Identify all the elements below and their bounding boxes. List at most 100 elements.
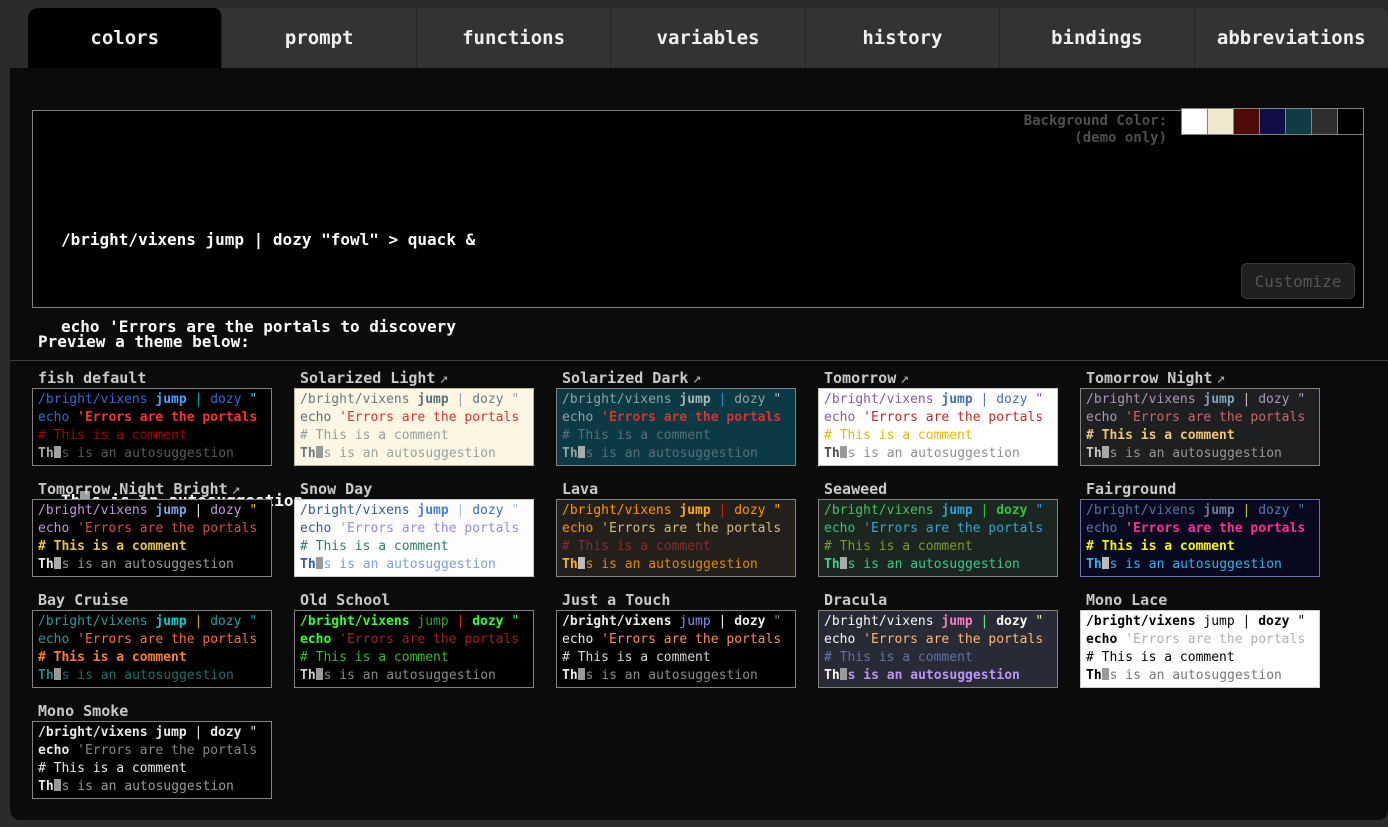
theme-card-tomorrow-night[interactable]: Tomorrow Night↗ /bright/vixens jump | do… bbox=[1080, 368, 1320, 466]
theme-title: Mono Smoke↗ bbox=[32, 701, 272, 721]
code-path: /bright/vixens bbox=[562, 392, 672, 407]
theme-preview-box[interactable]: /bright/vixens jump | dozy " echo 'Error… bbox=[818, 610, 1058, 688]
code-autosuggestion: s is an autosuggestion bbox=[1110, 557, 1282, 572]
theme-card-solarized-dark[interactable]: Solarized Dark↗ /bright/vixens jump | do… bbox=[556, 368, 796, 466]
code-pipe: | bbox=[195, 725, 203, 740]
tab-history[interactable]: history bbox=[806, 8, 1000, 68]
theme-card-tomorrow[interactable]: Tomorrow↗ /bright/vixens jump | dozy " e… bbox=[818, 368, 1058, 466]
theme-card-snow-day[interactable]: Snow Day↗ /bright/vixens jump | dozy " e… bbox=[294, 479, 534, 577]
theme-card-mono-lace[interactable]: Mono Lace↗ /bright/vixens jump | dozy " … bbox=[1080, 590, 1320, 688]
theme-card-old-school[interactable]: Old School↗ /bright/vixens jump | dozy "… bbox=[294, 590, 534, 688]
theme-grid: fish default↗ /bright/vixens jump | dozy… bbox=[32, 368, 1320, 799]
theme-preview-box[interactable]: /bright/vixens jump | dozy " echo 'Error… bbox=[294, 388, 534, 466]
bg-swatch-5[interactable] bbox=[1312, 109, 1337, 134]
theme-preview-box[interactable]: /bright/vixens jump | dozy " echo 'Error… bbox=[1080, 388, 1320, 466]
preview-line-quote: echo 'Errors are the portals bbox=[38, 520, 266, 538]
theme-preview-box[interactable]: /bright/vixens jump | dozy " echo 'Error… bbox=[556, 610, 796, 688]
code-qchar: " bbox=[249, 725, 257, 740]
theme-title-text: fish default bbox=[38, 369, 146, 387]
theme-card-solarized-light[interactable]: Solarized Light↗ /bright/vixens jump | d… bbox=[294, 368, 534, 466]
bg-swatch-0[interactable] bbox=[1182, 109, 1207, 134]
theme-card-dracula[interactable]: Dracula↗ /bright/vixens jump | dozy " ec… bbox=[818, 590, 1058, 688]
theme-preview-box[interactable]: /bright/vixens jump | dozy " echo 'Error… bbox=[32, 610, 272, 688]
theme-title: Solarized Light↗ bbox=[294, 368, 534, 388]
theme-card-fish-default[interactable]: fish default↗ /bright/vixens jump | dozy… bbox=[32, 368, 272, 466]
preview-line-autosuggestion: Ths is an autosuggestion bbox=[38, 445, 266, 463]
code-path: /bright/vixens bbox=[824, 503, 934, 518]
theme-title: Old School↗ bbox=[294, 590, 534, 610]
theme-card-fairground[interactable]: Fairground↗ /bright/vixens jump | dozy "… bbox=[1080, 479, 1320, 577]
cursor-block bbox=[316, 557, 323, 569]
bg-swatch-2[interactable] bbox=[1234, 109, 1259, 134]
preview-line-command: /bright/vixens jump | dozy " bbox=[38, 724, 266, 742]
theme-title-text: Snow Day bbox=[300, 480, 372, 498]
preview-line-command: /bright/vixens jump | dozy " bbox=[824, 391, 1052, 409]
code-typed: Th bbox=[38, 446, 54, 461]
code-pipe: | bbox=[457, 503, 465, 518]
bg-swatch-3[interactable] bbox=[1260, 109, 1285, 134]
bg-swatch-1[interactable] bbox=[1208, 109, 1233, 134]
code-qchar: " bbox=[249, 503, 257, 518]
tab-colors[interactable]: colors bbox=[28, 8, 222, 68]
code-path: /bright/vixens bbox=[38, 503, 148, 518]
tab-bindings[interactable]: bindings bbox=[1000, 8, 1194, 68]
preview-line-autosuggestion: Ths is an autosuggestion bbox=[824, 667, 1052, 685]
code-quote: 'Errors are the portals bbox=[601, 632, 781, 647]
code-comment: # This is a comment bbox=[38, 428, 187, 443]
code-path: /bright/vixens bbox=[562, 503, 672, 518]
code-quote: 'Errors are the portals bbox=[77, 632, 257, 647]
tab-functions[interactable]: functions bbox=[417, 8, 611, 68]
theme-card-seaweed[interactable]: Seaweed↗ /bright/vixens jump | dozy " ec… bbox=[818, 479, 1058, 577]
code-comment: # This is a comment bbox=[562, 650, 711, 665]
code-comment: # This is a comment bbox=[300, 428, 449, 443]
code-autosuggestion: s is an autosuggestion bbox=[324, 446, 496, 461]
theme-preview-box[interactable]: /bright/vixens jump | dozy " echo 'Error… bbox=[818, 388, 1058, 466]
code-qchar: " bbox=[1035, 392, 1043, 407]
tab-variables[interactable]: variables bbox=[611, 8, 805, 68]
code-autosuggestion: s is an autosuggestion bbox=[586, 446, 758, 461]
code-typed: Th bbox=[38, 779, 54, 794]
preview-line-autosuggestion: Ths is an autosuggestion bbox=[824, 556, 1052, 574]
customize-button[interactable]: Customize bbox=[1241, 263, 1355, 299]
theme-title: Just a Touch↗ bbox=[556, 590, 796, 610]
tab-prompt[interactable]: prompt bbox=[222, 8, 416, 68]
theme-card-mono-smoke[interactable]: Mono Smoke↗ /bright/vixens jump | dozy "… bbox=[32, 701, 272, 799]
preview-line-autosuggestion: Ths is an autosuggestion bbox=[1086, 445, 1314, 463]
code-cmd: jump bbox=[155, 725, 186, 740]
theme-card-lava[interactable]: Lava↗ /bright/vixens jump | dozy " echo … bbox=[556, 479, 796, 577]
theme-title-text: Dracula bbox=[824, 591, 887, 609]
preview-line-autosuggestion: Ths is an autosuggestion bbox=[1086, 556, 1314, 574]
cursor-block bbox=[54, 557, 61, 569]
theme-preview-box[interactable]: /bright/vixens jump | dozy " echo 'Error… bbox=[818, 499, 1058, 577]
bg-swatch-6[interactable] bbox=[1338, 109, 1363, 134]
tab-abbreviations[interactable]: abbreviations bbox=[1195, 8, 1388, 68]
theme-card-tomorrow-night-bright[interactable]: Tomorrow Night Bright↗ /bright/vixens ju… bbox=[32, 479, 272, 577]
code-qchar: " bbox=[773, 503, 781, 518]
theme-preview-box[interactable]: /bright/vixens jump | dozy " echo 'Error… bbox=[556, 388, 796, 466]
theme-title: Fairground↗ bbox=[1080, 479, 1320, 499]
preview-line-quote: echo 'Errors are the portals bbox=[1086, 631, 1314, 649]
preview-line-comment: # This is a comment bbox=[824, 649, 1052, 667]
preview-heading: Preview a theme below: bbox=[38, 332, 250, 351]
theme-preview-box[interactable]: /bright/vixens jump | dozy " echo 'Error… bbox=[1080, 610, 1320, 688]
preview-line-comment: # This is a comment bbox=[562, 649, 790, 667]
theme-card-just-a-touch[interactable]: Just a Touch↗ /bright/vixens jump | dozy… bbox=[556, 590, 796, 688]
theme-preview-box[interactable]: /bright/vixens jump | dozy " echo 'Error… bbox=[294, 499, 534, 577]
theme-preview-box[interactable]: /bright/vixens jump | dozy " echo 'Error… bbox=[1080, 499, 1320, 577]
theme-preview-box[interactable]: /bright/vixens jump | dozy " echo 'Error… bbox=[32, 499, 272, 577]
theme-title: Tomorrow Night Bright↗ bbox=[32, 479, 272, 499]
code-quote: 'Errors are the portals bbox=[601, 521, 781, 536]
preview-line-comment: # This is a comment bbox=[38, 649, 266, 667]
bg-swatch-4[interactable] bbox=[1286, 109, 1311, 134]
theme-title-text: Mono Lace bbox=[1086, 591, 1167, 609]
theme-preview-box[interactable]: /bright/vixens jump | dozy " echo 'Error… bbox=[294, 610, 534, 688]
code-pipe: | bbox=[1243, 614, 1251, 629]
preview-line-quote: echo 'Errors are the portals bbox=[300, 409, 528, 427]
theme-preview-box[interactable]: /bright/vixens jump | dozy " echo 'Error… bbox=[32, 388, 272, 466]
code-autosuggestion: s is an autosuggestion bbox=[848, 446, 1020, 461]
theme-preview-box[interactable]: /bright/vixens jump | dozy " echo 'Error… bbox=[556, 499, 796, 577]
code-cmd: jump bbox=[155, 503, 186, 518]
theme-preview-box[interactable]: /bright/vixens jump | dozy " echo 'Error… bbox=[32, 721, 272, 799]
theme-card-bay-cruise[interactable]: Bay Cruise↗ /bright/vixens jump | dozy "… bbox=[32, 590, 272, 688]
background-color-label-line1: Background Color: bbox=[1024, 113, 1167, 130]
